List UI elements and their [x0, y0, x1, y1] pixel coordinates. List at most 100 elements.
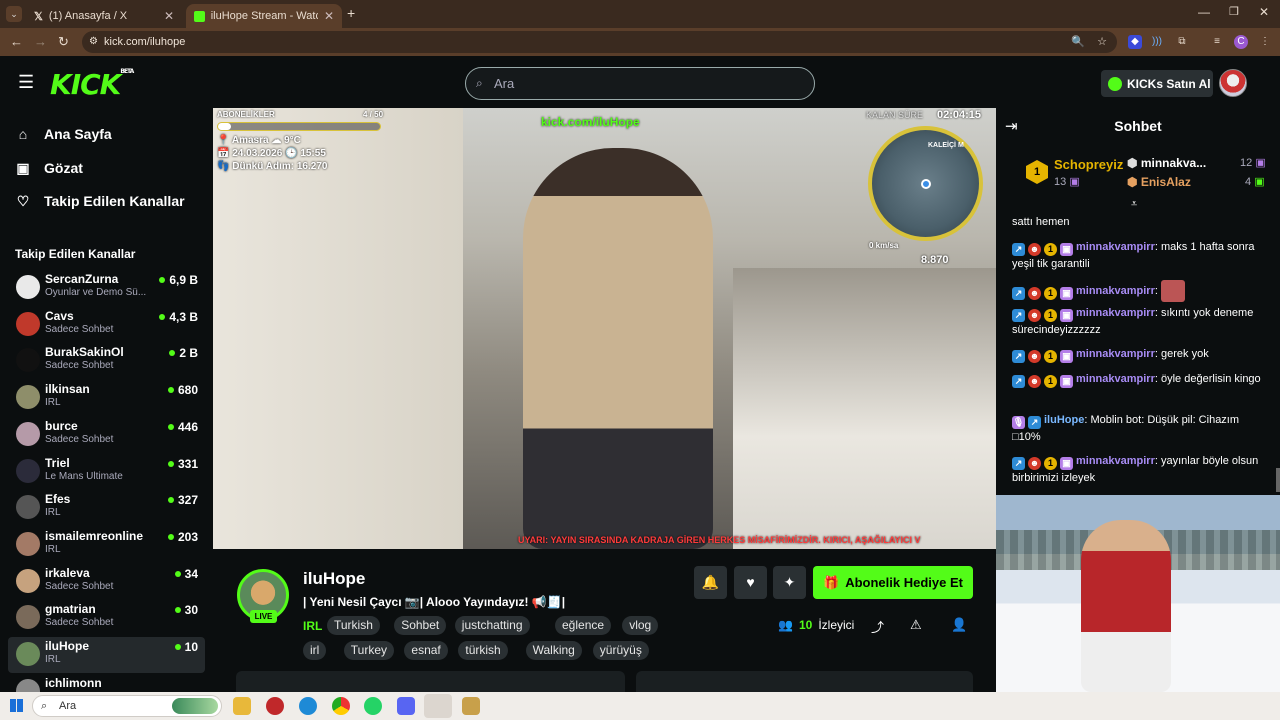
url-field[interactable]: ⚙ kick.com/iluhope 🔍 ☆ [82, 31, 1117, 53]
zoom-icon[interactable]: 🔍 [1071, 31, 1085, 53]
channel-category: IRL [45, 397, 61, 409]
site-info-icon[interactable]: ⚙ [89, 31, 98, 53]
sidebar-channel[interactable]: SercanZurna Oyunlar ve Demo Sü... 6,9 B [8, 270, 205, 306]
sparkle-button[interactable]: ✦ [773, 566, 806, 599]
media-controls-icon[interactable]: ≡ [1210, 35, 1224, 49]
stream-tag[interactable]: justchatting [454, 616, 530, 635]
expand-leaderboard-icon[interactable]: ⩡ [1131, 198, 1137, 211]
chat-message: sattı hemen [1012, 214, 1270, 231]
search-input[interactable]: ⌕ Ara [465, 67, 815, 100]
chat-username[interactable]: minnakvampirr [1076, 241, 1155, 253]
sidebar-channel[interactable]: iluHope IRL 10 [8, 637, 205, 673]
add-user-icon[interactable]: 👤 [951, 617, 967, 633]
sidebar-channel[interactable]: Triel Le Mans Ultimate 331 [8, 454, 205, 490]
chat-username[interactable]: iluHope [1044, 414, 1084, 426]
stream-tag[interactable]: yürüyüş [592, 641, 649, 660]
close-icon[interactable]: ✕ [164, 9, 174, 23]
tab-x[interactable]: 𝕏 (1) Anasayfa / X ✕ [26, 4, 182, 28]
user-avatar[interactable] [1219, 69, 1247, 97]
sidebar-channel[interactable]: ichlimonn [8, 674, 205, 692]
follow-button[interactable]: ♥ [734, 566, 767, 599]
minimize-button[interactable]: — [1198, 5, 1210, 19]
chrome-active-icon[interactable] [424, 694, 452, 718]
channel-avatar [16, 385, 40, 410]
stream-tag[interactable]: vlog [622, 616, 659, 635]
close-icon[interactable]: ✕ [324, 9, 334, 23]
close-window-button[interactable]: ✕ [1259, 5, 1269, 19]
forward-arrow-icon[interactable]: → [34, 34, 47, 49]
sidebar-channel[interactable]: BurakSakinOl Sadece Sohbet 2 B [8, 343, 205, 379]
stream-tag[interactable]: Turkish [327, 616, 380, 635]
channel-category: Sadece Sohbet [45, 580, 114, 592]
tab-kick[interactable]: iluHope Stream - Watch Li ✕ [186, 4, 342, 28]
chat-username[interactable]: minnakvampirr [1076, 307, 1155, 319]
whatsapp-icon[interactable] [364, 697, 382, 715]
stream-tag[interactable]: Walking [525, 641, 582, 660]
discord-icon[interactable] [397, 697, 415, 715]
new-tab-button[interactable]: + [347, 5, 355, 21]
chat-scrollbar[interactable] [1276, 468, 1280, 492]
file-explorer-icon[interactable] [233, 697, 251, 715]
home-icon: ⌂ [18, 126, 28, 142]
nav-following[interactable]: ♡ Takip Edilen Kanallar [16, 189, 185, 213]
streamer-name[interactable]: iluHope [303, 569, 365, 589]
extension-wave-icon[interactable]: ))) [1150, 35, 1164, 49]
edge-icon[interactable] [299, 697, 317, 715]
chat-username[interactable]: minnakvampirr [1076, 348, 1155, 360]
leader-3-name[interactable]: ⬢ EnisAlaz [1127, 175, 1191, 189]
leader-2-name[interactable]: ⬢ minnakva... [1127, 156, 1206, 170]
sidebar-channel[interactable]: irkaleva Sadece Sohbet 34 [8, 564, 205, 600]
kicks-buy-button[interactable]: KICKs Satın Al [1101, 70, 1213, 97]
back-arrow-icon[interactable]: ← [10, 34, 23, 49]
sidebar-channel[interactable]: Efes IRL 327 [8, 490, 205, 526]
map-position-dot [921, 179, 931, 189]
kick-logo[interactable]: KICKBETA [50, 68, 134, 101]
channel-name: irkaleva [45, 565, 90, 580]
stream-tag[interactable]: Sohbet [394, 616, 447, 635]
stream-category[interactable]: IRL [303, 619, 322, 633]
report-warning-icon[interactable]: ⚠ [910, 617, 922, 633]
live-dot-icon [167, 387, 174, 394]
windows-start-icon[interactable] [10, 699, 23, 712]
profile-avatar[interactable]: C [1234, 35, 1248, 49]
channel-category: Le Mans Ultimate [45, 470, 123, 482]
webcam-person [1081, 520, 1171, 692]
chat-username[interactable]: minnakvampirr [1076, 455, 1155, 467]
verified-badge-icon: ↗ [1012, 309, 1025, 322]
stream-tag[interactable]: eğlence [555, 616, 612, 635]
stream-tag[interactable]: esnaf [404, 641, 448, 660]
extensions-puzzle-icon[interactable]: ⧉ [1175, 35, 1189, 49]
video-player[interactable]: ABONELİKLER 4 / 50 📍 Amasra ☁ 9°C 📅 24.0… [213, 108, 996, 549]
sidebar-channel[interactable]: Cavs Sadece Sohbet 4,3 B [8, 307, 205, 343]
stream-tag[interactable]: türkish [458, 641, 508, 660]
chrome-icon[interactable] [332, 697, 350, 715]
reload-icon[interactable]: ↻ [58, 34, 69, 50]
extension-shield-icon[interactable]: ◆ [1128, 35, 1142, 49]
stream-tag[interactable]: irl [303, 641, 327, 660]
sidebar-channel[interactable]: gmatrian Sadece Sohbet 30 [8, 600, 205, 636]
chat-username[interactable]: minnakvampirr [1076, 373, 1155, 385]
notification-bell-button[interactable]: 🔔 [694, 566, 727, 599]
share-icon[interactable]: ⤴ [871, 617, 884, 636]
sidebar-channel[interactable]: ilkinsan IRL 680 [8, 380, 205, 416]
chat-username[interactable]: minnakvampirr [1076, 285, 1155, 297]
sparkle-icon: ✦ [783, 574, 796, 590]
league-icon[interactable] [462, 697, 480, 715]
browser-tab-bar: ⌄ 𝕏 (1) Anasayfa / X ✕ iluHope Stream - … [0, 0, 1280, 28]
nav-browse[interactable]: ▣ Gözat [16, 156, 83, 180]
app-icon-red[interactable] [266, 697, 284, 715]
sidebar-channel[interactable]: burce Sadece Sohbet 446 [8, 417, 205, 453]
bookmark-star-icon[interactable]: ☆ [1097, 31, 1107, 53]
taskbar-search-input[interactable]: ⌕ Ara [32, 695, 222, 717]
sidebar-channel[interactable]: ismailemreonline IRL 203 [8, 527, 205, 563]
tab-search-button[interactable]: ⌄ [6, 6, 22, 22]
stream-tag[interactable]: Turkey [343, 641, 395, 660]
gift-subscription-button[interactable]: 🎁 Abonelik Hediye Et [813, 566, 973, 599]
browser-menu-icon[interactable]: ⋮ [1258, 35, 1272, 49]
sub-badge-icon: ▣ [1060, 457, 1073, 470]
hamburger-menu-icon[interactable]: ☰ [18, 72, 34, 93]
nav-home[interactable]: ⌂ Ana Sayfa [16, 122, 112, 146]
demon-badge-icon: ☻ [1028, 457, 1041, 470]
restore-button[interactable]: ❐ [1229, 5, 1239, 18]
leader-1-name[interactable]: Schopreyiz [1054, 157, 1123, 172]
